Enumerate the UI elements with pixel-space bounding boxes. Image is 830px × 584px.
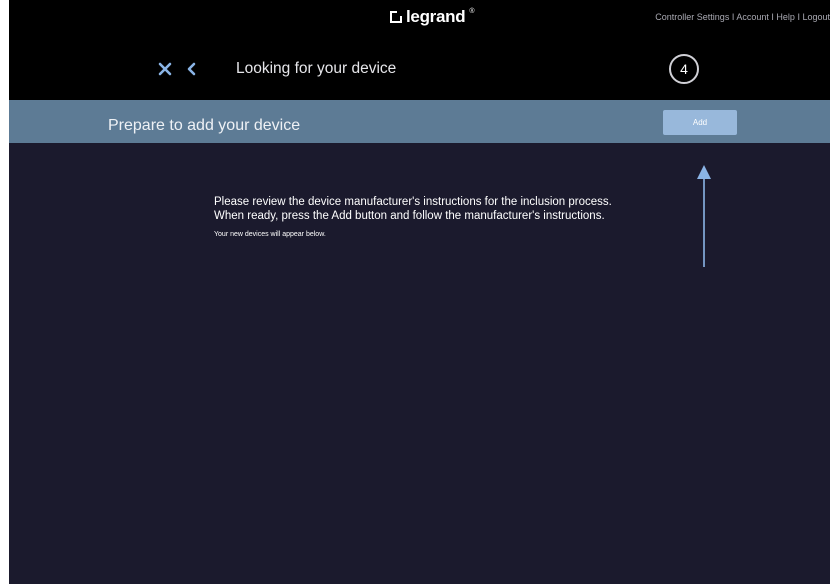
account-link[interactable]: Account — [736, 12, 769, 22]
close-icon[interactable] — [157, 62, 173, 78]
arrow-up-icon — [697, 165, 711, 267]
chevron-left-icon[interactable] — [184, 62, 198, 78]
controller-settings-link[interactable]: Controller Settings — [655, 12, 729, 22]
logo-text: legrand — [406, 7, 466, 26]
add-button[interactable]: Add — [663, 110, 737, 135]
chevron-left-icon-svg — [187, 62, 196, 76]
logout-link[interactable]: Logout — [802, 12, 830, 22]
legrand-logo: legrand ® — [390, 6, 474, 28]
section-title: Prepare to add your device — [108, 117, 301, 134]
step-indicator: 4 — [669, 54, 699, 84]
top-links: Controller Settings I Account I Help I L… — [655, 12, 830, 22]
new-devices-note: Your new devices will appear below. — [214, 231, 326, 238]
page-title: Looking for your device — [236, 60, 397, 77]
close-icon-svg — [158, 62, 172, 76]
instructions: Please review the device manufacturer's … — [214, 195, 612, 238]
instruction-line-1: Please review the device manufacturer's … — [214, 196, 612, 208]
app-window: legrand ® Controller Settings I Account … — [9, 0, 830, 584]
registered-mark: ® — [469, 7, 475, 15]
help-link[interactable]: Help — [776, 12, 795, 22]
instruction-line-2: When ready, press the Add button and fol… — [214, 210, 605, 222]
logo-mark-icon — [390, 11, 402, 23]
